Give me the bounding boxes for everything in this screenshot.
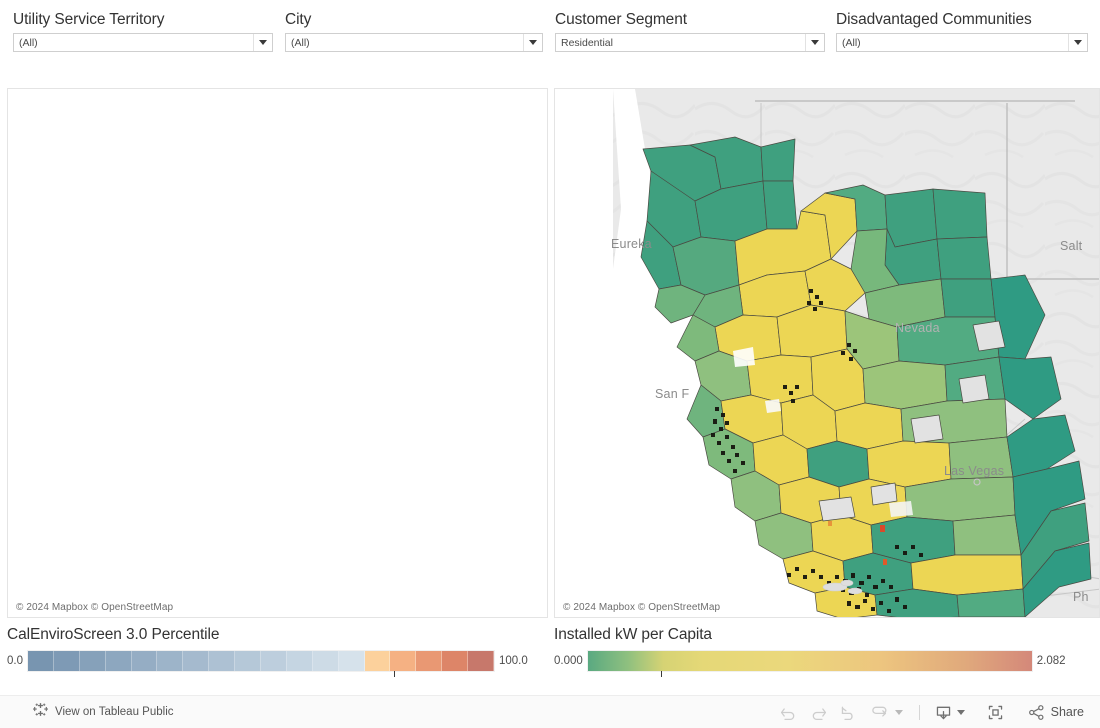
map-canvas-left[interactable]	[8, 89, 547, 617]
legend-swatch	[105, 651, 132, 671]
legend-title-installed-kw: Installed kW per Capita	[554, 626, 712, 643]
toolbar-divider	[918, 704, 920, 720]
legend-swatch	[364, 651, 391, 671]
legend-swatch	[338, 651, 365, 671]
revert-icon	[841, 706, 853, 720]
redo-icon	[812, 707, 827, 720]
legend-swatch	[261, 651, 287, 671]
pause-dropdown-button[interactable]	[894, 697, 910, 727]
filter-value-disadvantaged-communities: (All)	[842, 36, 861, 49]
share-label: Share	[1050, 705, 1084, 719]
undo-button[interactable]	[774, 697, 804, 727]
legend-min-installed-kw: 0.000	[554, 655, 583, 667]
chevron-down-icon[interactable]	[956, 709, 965, 715]
legend-swatch	[79, 651, 106, 671]
legend-min-calenviroscreen: 0.0	[7, 655, 23, 667]
legend-max-calenviroscreen: 100.0	[499, 655, 528, 667]
fullscreen-button[interactable]	[981, 697, 1011, 727]
chevron-down-icon[interactable]	[253, 34, 272, 51]
legend-swatch	[235, 651, 262, 671]
california-choropleth-svg	[555, 89, 1099, 617]
legend-swatch	[416, 651, 443, 671]
legend-max-installed-kw: 2.082	[1036, 655, 1066, 667]
legend-swatch	[209, 651, 236, 671]
refresh-button[interactable]	[864, 697, 894, 727]
filter-select-utility-service-territory[interactable]: (All)	[13, 33, 273, 52]
filter-value-city: (All)	[291, 36, 310, 49]
bottom-toolbar: View on Tableau Public Share	[0, 695, 1100, 728]
filter-value-utility-service-territory: (All)	[19, 36, 38, 49]
map-attribution-right: © 2024 Mapbox © OpenStreetMap	[563, 602, 721, 613]
filter-value-customer-segment: Residential	[561, 36, 613, 49]
legend-swatch	[183, 651, 210, 671]
filter-customer-segment: Customer Segment Residential	[555, 11, 825, 52]
filter-label-customer-segment: Customer Segment	[555, 11, 687, 28]
redo-button[interactable]	[804, 697, 834, 727]
legend-swatch	[157, 651, 184, 671]
view-on-tableau-public-button[interactable]: View on Tableau Public	[32, 702, 174, 722]
undo-icon	[781, 707, 795, 720]
legend-installed-kw: Installed kW per Capita 0.000 2.082	[554, 626, 1066, 677]
chevron-down-icon[interactable]	[523, 34, 542, 51]
download-icon	[936, 706, 951, 719]
filter-select-disadvantaged-communities[interactable]: (All)	[836, 33, 1088, 52]
legend-title-calenviroscreen: CalEnviroScreen 3.0 Percentile	[7, 626, 220, 643]
legend-swatch	[468, 651, 495, 671]
filter-label-city: City	[285, 11, 312, 28]
filter-select-city[interactable]: (All)	[285, 33, 543, 52]
legend-swatch	[28, 651, 54, 671]
legend-swatch	[390, 651, 417, 671]
filter-utility-service-territory: Utility Service Territory (All)	[13, 11, 273, 52]
legend-swatch	[286, 651, 313, 671]
download-button[interactable]	[929, 697, 959, 727]
map-attribution-left: © 2024 Mapbox © OpenStreetMap	[16, 602, 174, 613]
chevron-down-icon	[894, 709, 903, 715]
legend-swatch	[131, 651, 158, 671]
chevron-down-icon[interactable]	[805, 34, 824, 51]
fullscreen-icon	[988, 705, 1003, 719]
view-on-tableau-public-label: View on Tableau Public	[55, 706, 174, 718]
share-nodes-icon	[1028, 704, 1044, 720]
legend-ramp-calenviroscreen	[27, 650, 495, 677]
toolbar-actions: Share	[774, 696, 1086, 728]
revert-button[interactable]	[834, 697, 864, 727]
share-button[interactable]: Share	[1023, 703, 1086, 722]
filter-select-customer-segment[interactable]: Residential	[555, 33, 825, 52]
map-canvas-right[interactable]: Eureka San F Salt Las Vegas Ph Tij Mexic…	[555, 89, 1099, 617]
legend-tick	[661, 671, 663, 677]
map-panel-installed-kw[interactable]: Eureka San F Salt Las Vegas Ph Tij Mexic…	[554, 88, 1100, 618]
filter-label-disadvantaged-communities: Disadvantaged Communities	[836, 11, 1032, 28]
filter-disadvantaged-communities: Disadvantaged Communities (All)	[836, 11, 1088, 52]
map-panel-calenviroscreen[interactable]: © 2024 Mapbox © OpenStreetMap	[7, 88, 548, 618]
legend-calenviroscreen: CalEnviroScreen 3.0 Percentile 0.0 100.0	[7, 626, 528, 677]
legend-swatch	[312, 651, 339, 671]
filter-city: City (All)	[285, 11, 543, 52]
chevron-down-icon[interactable]	[1068, 34, 1087, 51]
refresh-icon	[872, 706, 887, 717]
legend-swatch	[442, 651, 469, 671]
tableau-logo-icon	[32, 702, 49, 722]
legend-tick	[393, 671, 395, 677]
filter-bar: Utility Service Territory (All) City (Al…	[0, 0, 1100, 82]
legend-swatch	[53, 651, 80, 671]
filter-label-utility-service-territory: Utility Service Territory	[13, 11, 165, 28]
legend-ramp-installed-kw	[586, 650, 1033, 677]
